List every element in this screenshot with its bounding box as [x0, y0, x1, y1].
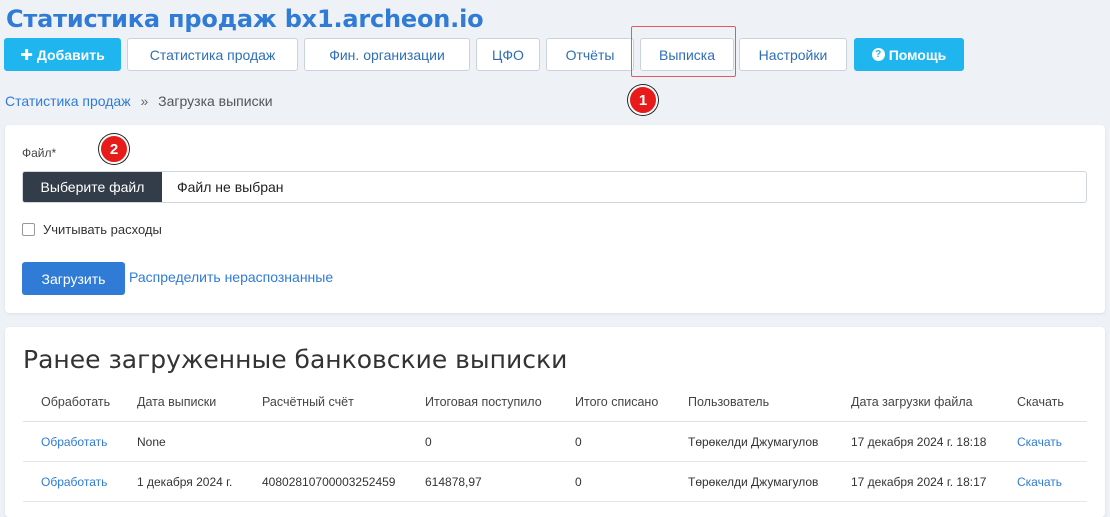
statement-date: None [137, 434, 166, 449]
income-total: 0 [425, 434, 432, 449]
step-marker-2: 2 [99, 134, 129, 164]
col-process: Обработать [41, 394, 111, 409]
choose-file-button[interactable]: Выберите файл [23, 172, 162, 202]
add-button-label: Добавить [36, 46, 105, 63]
table-row: Обработать None 0 0 Төрөкелди Джумагулов… [23, 422, 1087, 462]
statements-card: Ранее загруженные банковские выписки Обр… [5, 327, 1105, 517]
consider-expenses-row: Учитывать расходы [22, 222, 162, 237]
upload-date: 17 декабря 2024 г. 18:17 [851, 474, 987, 489]
breadcrumb-parent-link[interactable]: Статистика продаж [5, 93, 131, 109]
col-upload-date: Дата загрузки файла [851, 394, 973, 409]
written-off-total: 0 [575, 434, 582, 449]
table-row: Обработать 1 декабря 2024 г. 40802810700… [23, 462, 1087, 502]
file-input[interactable]: Выберите файл Файл не выбран [22, 171, 1087, 203]
col-account: Расчётный счёт [262, 394, 354, 409]
col-written-off: Итого списано [575, 394, 659, 409]
statements-table: Обработать Дата выписки Расчётный счёт И… [23, 382, 1087, 502]
file-name-text: Файл не выбран [177, 179, 284, 195]
upload-button[interactable]: Загрузить [22, 262, 125, 295]
col-income: Итоговая поступило [425, 394, 542, 409]
distribute-unrecognized-link[interactable]: Распределить нераспознанные [129, 269, 333, 285]
add-button[interactable]: ✚ Добавить [4, 38, 121, 71]
user-name: Төрөкелди Джумагулов [688, 474, 819, 489]
breadcrumb-separator: » [140, 93, 149, 109]
consider-expenses-checkbox[interactable] [22, 223, 35, 236]
download-link[interactable]: Скачать [1017, 462, 1062, 501]
download-link[interactable]: Скачать [1017, 422, 1062, 461]
upload-card: Файл* 2 Выберите файл Файл не выбран Учи… [5, 125, 1105, 313]
settings-button[interactable]: Настройки [739, 38, 847, 71]
reports-button[interactable]: Отчёты [546, 38, 634, 71]
question-icon: ? [871, 48, 885, 61]
highlight-box [631, 26, 736, 77]
col-download: Скачать [1017, 394, 1064, 409]
col-statement-date: Дата выписки [137, 394, 217, 409]
help-button-label: Помощь [888, 46, 947, 63]
consider-expenses-label[interactable]: Учитывать расходы [43, 222, 162, 237]
cfo-button[interactable]: ЦФО [476, 38, 540, 71]
income-total: 614878,97 [425, 474, 482, 489]
process-link[interactable]: Обработать [41, 422, 107, 461]
sales-stats-button[interactable]: Статистика продаж [127, 38, 298, 71]
statement-date: 1 декабря 2024 г. [137, 474, 233, 489]
fin-orgs-button[interactable]: Фин. организации [304, 38, 470, 71]
col-user: Пользователь [688, 394, 770, 409]
plus-icon: ✚ [20, 46, 33, 64]
user-name: Төрөкелди Джумагулов [688, 434, 819, 449]
breadcrumb-current: Загрузка выписки [158, 93, 273, 109]
breadcrumb: Статистика продаж » Загрузка выписки [5, 93, 273, 109]
table-header-row: Обработать Дата выписки Расчётный счёт И… [23, 382, 1087, 422]
process-link[interactable]: Обработать [41, 462, 107, 501]
file-label: Файл* [22, 146, 57, 160]
statements-title: Ранее загруженные банковские выписки [23, 345, 568, 374]
page-title: Статистика продаж bx1.archeon.io [6, 5, 484, 33]
written-off-total: 0 [575, 474, 582, 489]
account-number: 40802810700003252459 [262, 474, 396, 489]
upload-date: 17 декабря 2024 г. 18:18 [851, 434, 987, 449]
help-button[interactable]: ? Помощь [854, 38, 964, 71]
step-marker-1: 1 [628, 85, 658, 115]
